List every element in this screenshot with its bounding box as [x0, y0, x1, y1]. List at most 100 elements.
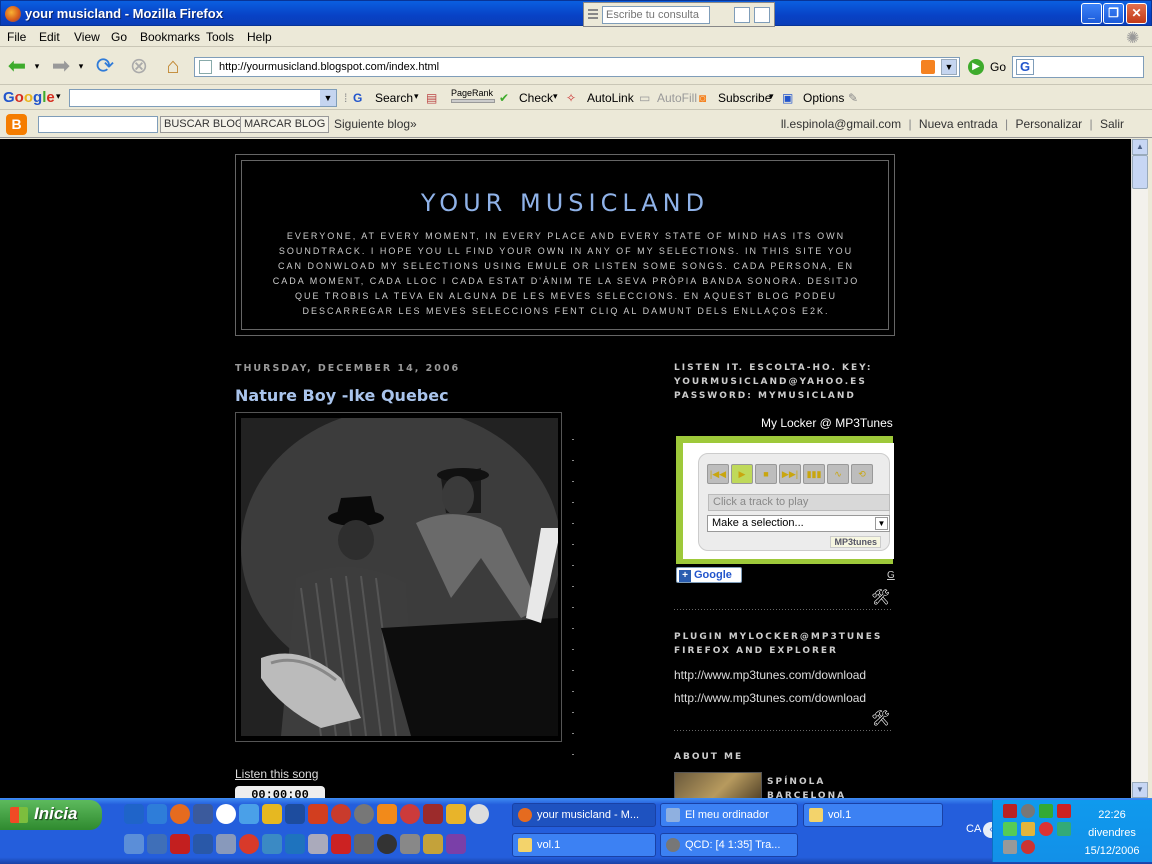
go-button[interactable]: ▶ Go — [966, 57, 1012, 77]
folder-icon[interactable] — [262, 804, 282, 824]
menu-help[interactable]: Help — [247, 30, 272, 44]
tray-icon[interactable] — [1003, 822, 1017, 836]
vertical-scrollbar[interactable]: ▲ ▼ — [1131, 139, 1148, 798]
customize-link[interactable]: Personalizar — [1015, 117, 1082, 131]
app-icon[interactable] — [193, 834, 213, 854]
menu-go[interactable]: Go — [111, 30, 127, 44]
language-indicator[interactable]: CA — [966, 823, 981, 835]
mediaplayer-icon[interactable] — [216, 804, 236, 824]
app-icon[interactable] — [377, 834, 397, 854]
popup-blocker-icon[interactable]: ▤ — [426, 91, 437, 105]
google-search-button[interactable]: Search — [375, 91, 413, 105]
clock[interactable]: 22:26 divendres 15/12/2006 — [1075, 806, 1149, 860]
download-link[interactable]: http://www.mp3tunes.com/download — [674, 668, 893, 682]
next-blog-link[interactable]: Siguiente blog» — [334, 117, 417, 131]
new-post-link[interactable]: Nueva entrada — [919, 117, 998, 131]
task-folder-vol1[interactable]: vol.1 — [803, 803, 943, 827]
app-icon[interactable] — [285, 834, 305, 854]
next-track-icon[interactable]: ▶▶| — [779, 464, 801, 484]
subscribe-button[interactable]: Subscribe — [718, 91, 771, 105]
pagerank-label[interactable]: PageRank — [451, 88, 493, 98]
scroll-up-arrow-icon[interactable]: ▲ — [1132, 139, 1148, 155]
consult-input[interactable] — [602, 6, 710, 24]
task-qcd[interactable]: QCD: [4 1:35] Tra... — [660, 833, 798, 857]
rss-icon[interactable] — [921, 60, 935, 74]
task-firefox[interactable]: your musicland - M... — [512, 803, 656, 827]
tray-icon[interactable] — [1003, 840, 1017, 854]
grip-icon[interactable] — [588, 9, 598, 21]
scroll-down-arrow-icon[interactable]: ▼ — [1132, 782, 1148, 798]
app-icon[interactable] — [400, 834, 420, 854]
back-arrow-icon[interactable]: ⬅ — [4, 53, 30, 79]
shield-icon[interactable] — [1021, 840, 1035, 854]
app-icon[interactable] — [400, 804, 420, 824]
app-icon[interactable] — [262, 834, 282, 854]
chevron-down-icon[interactable]: ▼ — [875, 517, 888, 530]
forward-arrow-icon[interactable]: ➡ — [48, 53, 74, 79]
app-icon[interactable] — [469, 804, 489, 824]
repeat-icon[interactable]: ⟲ — [851, 464, 873, 484]
app-icon[interactable] — [124, 834, 144, 854]
menu-tools[interactable]: Tools — [206, 30, 234, 44]
app-icon[interactable] — [331, 834, 351, 854]
google-search-input[interactable]: ▼ — [69, 89, 337, 107]
menu-bookmarks[interactable]: Bookmarks — [140, 30, 200, 44]
stop-icon[interactable]: ■ — [755, 464, 777, 484]
back-history-chevron-icon[interactable]: ▾ — [32, 53, 42, 79]
blogger-logo-icon[interactable]: B — [6, 114, 27, 135]
title-bar[interactable]: your musicland - Mozilla Firefox ▼ □ _ ❐… — [0, 0, 1152, 27]
app-icon[interactable] — [170, 834, 190, 854]
post-photo[interactable] — [235, 412, 562, 742]
pencil-icon[interactable]: ✎ — [848, 91, 858, 105]
app-icon[interactable] — [446, 804, 466, 824]
search-chevron-icon[interactable]: ▾ — [414, 91, 419, 102]
selection-dropdown[interactable]: Make a selection... ▼ — [707, 515, 890, 532]
app-icon[interactable] — [354, 834, 374, 854]
app-icon[interactable] — [285, 804, 305, 824]
play-icon[interactable]: ▶ — [731, 464, 753, 484]
app-icon[interactable] — [147, 834, 167, 854]
wrench-icon[interactable]: 🛠 — [871, 589, 890, 607]
chevron-down-icon[interactable]: ▼ — [734, 7, 750, 23]
user-email-link[interactable]: ll.espinola@gmail.com — [781, 117, 901, 131]
app-icon[interactable] — [239, 804, 259, 824]
post-title[interactable]: Nature Boy -Ike Quebec — [235, 386, 449, 405]
app-icon[interactable] — [446, 834, 466, 854]
box-icon[interactable]: □ — [754, 7, 770, 23]
autofill-button[interactable]: AutoFill — [657, 91, 697, 105]
app-icon[interactable] — [308, 834, 328, 854]
logout-link[interactable]: Salir — [1100, 117, 1124, 131]
mp3tunes-logo[interactable]: MP3tunes — [830, 536, 881, 548]
acrobat-icon[interactable] — [308, 804, 328, 824]
autolink-button[interactable]: AutoLink — [587, 91, 634, 105]
blog-title[interactable]: YOUR MUSICLAND — [242, 189, 888, 217]
close-button[interactable]: ✕ — [1126, 3, 1147, 24]
url-dropdown-chevron-icon[interactable]: ▼ — [941, 59, 957, 75]
chevron-down-icon[interactable]: ▼ — [320, 90, 336, 106]
app-icon[interactable] — [331, 804, 351, 824]
netscape-icon[interactable] — [193, 804, 213, 824]
google-g-icon[interactable]: G — [1016, 59, 1034, 75]
maximize-button[interactable]: ❐ — [1103, 3, 1124, 24]
wave-icon[interactable]: ∿ — [827, 464, 849, 484]
tray-icon[interactable] — [1057, 804, 1071, 818]
reload-icon[interactable]: ⟳ — [92, 53, 118, 79]
task-my-computer[interactable]: El meu ordinador — [660, 803, 798, 827]
add-to-google-button[interactable]: + Google — [676, 567, 742, 583]
g-link[interactable]: G — [887, 570, 895, 581]
tray-icon[interactable] — [1021, 822, 1035, 836]
menu-file[interactable]: File — [7, 30, 26, 44]
wrench-icon[interactable]: 🛠 — [871, 710, 890, 728]
flag-blog-button[interactable]: MARCAR BLOG — [240, 116, 330, 133]
task-folder-vol1[interactable]: vol.1 — [512, 833, 656, 857]
minimize-button[interactable]: _ — [1081, 3, 1102, 24]
subscribe-chevron-icon[interactable]: ▾ — [769, 91, 774, 102]
listen-song-link[interactable]: Listen this song — [235, 767, 318, 781]
avatar[interactable] — [674, 772, 762, 798]
stop-icon[interactable]: ⊗ — [126, 53, 152, 79]
ie-icon[interactable] — [124, 804, 144, 824]
outlook-icon[interactable] — [147, 804, 167, 824]
address-bar[interactable]: http://yourmusicland.blogspot.com/index.… — [194, 57, 960, 77]
check-button[interactable]: Check — [519, 91, 553, 105]
app-icon[interactable] — [423, 804, 443, 824]
